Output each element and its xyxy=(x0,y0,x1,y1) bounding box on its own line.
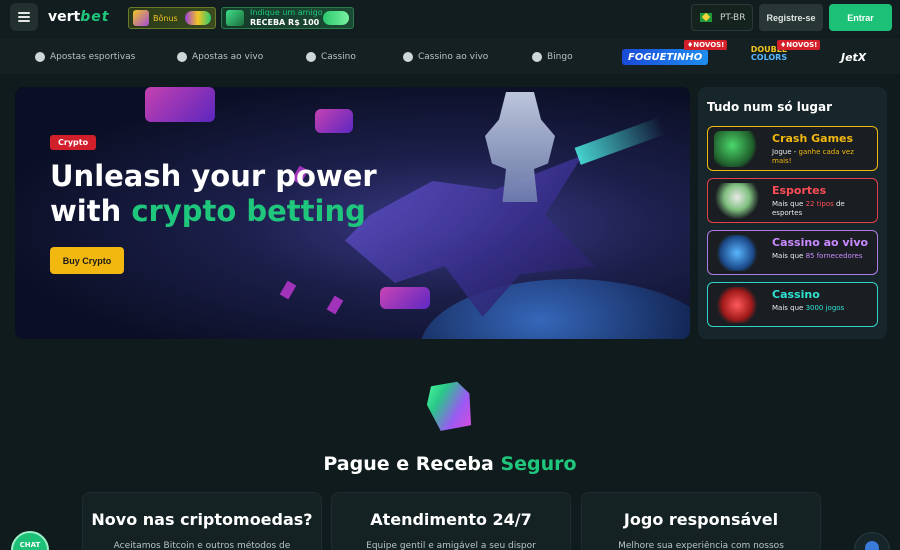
buy-crypto-button[interactable]: Buy Crypto xyxy=(50,247,124,274)
language-label: PT-BR xyxy=(720,12,746,23)
nav-item-casino[interactable]: Cassino xyxy=(306,50,356,64)
all-in-one-panel: Tudo num só lugar Crash Games Jogue - ga… xyxy=(698,87,887,339)
wallet-gem-icon xyxy=(423,377,478,435)
chat-button[interactable]: CHAT xyxy=(11,531,49,550)
foguetinho-game-link[interactable]: FOGUETINHO xyxy=(622,49,709,65)
brazil-flag-icon xyxy=(700,13,712,22)
feature-card-responsible: Jogo responsável Melhore sua experiência… xyxy=(581,492,821,550)
top-header: vert bet Bônus Indique um amigo RECEBA R$ … xyxy=(0,0,900,36)
slot-machine-icon xyxy=(714,287,760,323)
login-button[interactable]: Entrar xyxy=(829,4,892,31)
crystal-illustration xyxy=(279,280,297,300)
bonus-promo-button[interactable]: Bônus xyxy=(128,7,216,29)
nav-item-bingo[interactable]: Bingo xyxy=(532,50,573,64)
hamburger-menu-button[interactable] xyxy=(10,3,38,31)
hero-banner[interactable]: Crypto Unleash your power with crypto be… xyxy=(15,87,690,339)
refer-friend-promo-button[interactable]: Indique um amigo RECEBA R$ 100 xyxy=(221,7,354,29)
support-avatar-button[interactable] xyxy=(854,532,890,550)
bingo-ball-icon xyxy=(532,52,542,62)
crystal-illustration xyxy=(326,295,344,315)
soccer-ball-icon xyxy=(35,52,45,62)
nav-item-live-betting[interactable]: Apostas ao vivo xyxy=(177,50,263,64)
live-icon xyxy=(177,52,187,62)
gift-icon xyxy=(226,10,244,26)
laser-beam-illustration xyxy=(574,117,666,165)
sports-card[interactable]: Esportes Mais que 22 tipos de esportes xyxy=(707,178,878,223)
new-badge: ♦NOVOS! xyxy=(777,40,821,50)
crash-games-card[interactable]: Crash Games Jogue - ganhe cada vez mais! xyxy=(707,126,878,171)
sports-ball-icon xyxy=(714,183,760,219)
register-button[interactable]: Registre-se xyxy=(759,4,823,31)
refer-decoration-icon xyxy=(323,11,349,25)
nav-item-sports-betting[interactable]: Apostas esportivas xyxy=(35,50,135,64)
live-casino-card[interactable]: Cassino ao vivo Mais que 85 fornecedores xyxy=(707,230,878,275)
casino-icon xyxy=(306,52,316,62)
panel-title: Tudo num só lugar xyxy=(707,100,833,114)
cards-icon xyxy=(403,52,413,62)
hero-title: Unleash your power with crypto betting xyxy=(50,159,377,228)
gift-icon xyxy=(133,10,149,26)
roulette-icon xyxy=(714,235,760,271)
site-logo[interactable]: vert bet xyxy=(48,6,109,28)
feature-card-crypto: Novo nas criptomoedas? Aceitamos Bitcoin… xyxy=(82,492,322,550)
feature-card-support: Atendimento 24/7 Equipe gentil e amigáve… xyxy=(331,492,571,550)
jetx-game-link[interactable]: JetX xyxy=(841,50,866,64)
planet-illustration xyxy=(420,279,690,339)
refer-friend-reward: RECEBA R$ 100 xyxy=(250,18,320,27)
casino-card[interactable]: Cassino Mais que 3000 jogos xyxy=(707,282,878,327)
refer-friend-label: Indique um amigo xyxy=(250,8,323,17)
category-nav: Apostas esportivas Apostas ao vivo Cassi… xyxy=(0,38,900,74)
section-title: Pague e Receba Seguro xyxy=(323,453,577,475)
nav-item-live-casino[interactable]: Cassino ao vivo xyxy=(403,50,488,64)
spaceship-illustration xyxy=(315,109,353,133)
new-badge: ♦NOVOS! xyxy=(684,40,728,50)
bonus-decoration-icon xyxy=(185,11,211,25)
spaceship-illustration xyxy=(145,87,215,122)
crypto-tag: Crypto xyxy=(50,135,97,150)
spaceship-illustration xyxy=(380,287,430,309)
language-selector[interactable]: PT-BR xyxy=(691,4,753,31)
rocket-icon xyxy=(714,131,760,167)
